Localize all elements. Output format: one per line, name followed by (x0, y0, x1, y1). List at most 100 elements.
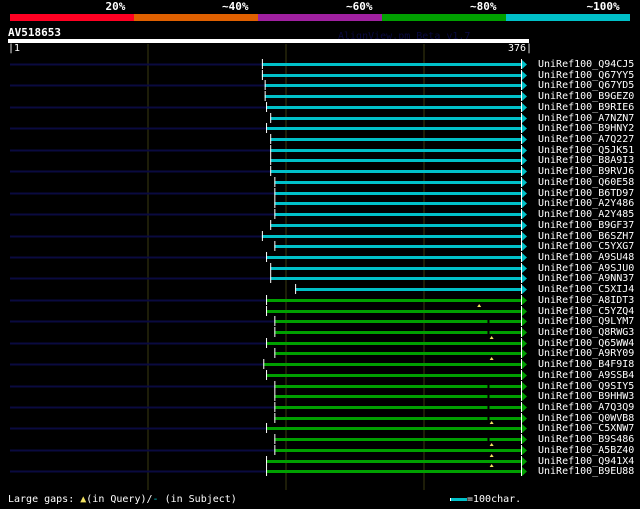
hit-label[interactable]: UniRef100_B4F9I8 (538, 359, 634, 370)
hit-bar (266, 460, 521, 463)
hit-bar (264, 84, 521, 87)
hit-arrow (522, 232, 527, 241)
hit-bar (261, 235, 521, 238)
hit-arrow (522, 285, 527, 294)
hit-bar (266, 342, 521, 345)
hit-bar (266, 310, 521, 313)
hit-arrow (522, 71, 527, 80)
hit-bar (274, 245, 521, 248)
hit-arrow (522, 446, 527, 455)
hit-bar (270, 149, 521, 152)
hit-arrow (522, 457, 527, 466)
hit-label[interactable]: UniRef100_A7Q227 (538, 134, 634, 145)
hit-arrow (522, 328, 527, 337)
hit-arrow (522, 296, 527, 305)
hit-bar (270, 267, 521, 270)
hit-bar (270, 117, 521, 120)
hit-arrow (522, 210, 527, 219)
subject-gap-icon: - (152, 494, 159, 505)
hit-bar (274, 181, 521, 184)
hit-bar (266, 106, 521, 109)
hit-label[interactable]: UniRef100_A5BZ40 (538, 445, 634, 456)
hit-bar (274, 449, 521, 452)
hit-label[interactable]: UniRef100_Q8RWG3 (538, 327, 634, 338)
hit-bar (270, 224, 521, 227)
hit-arrow (522, 403, 527, 412)
hit-arrow (522, 253, 527, 262)
hit-arrow (522, 349, 527, 358)
hit-label[interactable]: UniRef100_B9RVJ6 (538, 166, 634, 177)
subject-gap-mark (487, 406, 490, 409)
hit-arrow (522, 274, 527, 283)
hit-label[interactable]: UniRef100_B8A9I3 (538, 155, 634, 166)
hit-arrow (522, 307, 527, 316)
scale-key-label: =100char. (467, 494, 522, 505)
hit-bar (266, 470, 521, 473)
hit-label[interactable]: UniRef100_A2Y486 (538, 198, 634, 209)
subject-gap-mark (487, 417, 490, 420)
query-gap-mark (489, 443, 494, 446)
hit-arrow (522, 178, 527, 187)
hit-bar (274, 320, 521, 323)
hit-label[interactable]: UniRef100_B9RIE6 (538, 102, 634, 113)
hit-bar (266, 127, 521, 130)
hit-arrow (522, 264, 527, 273)
hit-arrow (522, 467, 527, 476)
hit-arrow (522, 371, 527, 380)
hit-label[interactable]: UniRef100_C5YXG7 (538, 241, 634, 252)
query-gap-mark (489, 464, 494, 467)
query-gap-mark (477, 304, 482, 307)
hit-label[interactable]: UniRef100_B9S486 (538, 434, 634, 445)
hit-arrow (522, 124, 527, 133)
hit-label[interactable]: UniRef100_Q9LYM7 (538, 316, 634, 327)
hit-label[interactable]: UniRef100_B9GF37 (538, 220, 634, 231)
hit-label[interactable]: UniRef100_A9NN37 (538, 273, 634, 284)
hit-label[interactable]: UniRef100_A9SSB4 (538, 370, 634, 381)
length-scale-key: =100char. (450, 494, 521, 505)
hit-label[interactable]: UniRef100_Q94CJ5 (538, 59, 634, 70)
hit-bar (274, 331, 521, 334)
hit-arrow (522, 424, 527, 433)
hit-bar (270, 159, 521, 162)
hit-bar (263, 363, 521, 366)
hit-bar (274, 438, 521, 441)
legend-prefix: Large gaps: (8, 494, 81, 505)
hit-label[interactable]: UniRef100_C5XNW7 (538, 423, 634, 434)
gap-legend: Large gaps: ▲(in Query)/- (in Subject) (8, 494, 237, 505)
hit-arrow (522, 114, 527, 123)
hit-arrow (522, 392, 527, 401)
hit-bar (261, 63, 521, 66)
query-gap-mark (489, 336, 494, 339)
query-gap-mark (489, 454, 494, 457)
hit-label[interactable]: UniRef100_A9RY09 (538, 348, 634, 359)
hit-arrow (522, 60, 527, 69)
hit-arrow (522, 135, 527, 144)
hit-label[interactable]: UniRef100_A9SU48 (538, 252, 634, 263)
hit-bar (274, 406, 521, 409)
hit-label[interactable]: UniRef100_C5XIJ4 (538, 284, 634, 295)
hit-bar (266, 256, 521, 259)
hit-label[interactable]: UniRef100_A7Q3Q9 (538, 402, 634, 413)
legend-subject-gap: (in Subject) (164, 494, 237, 505)
hit-label[interactable]: UniRef100_Q60E58 (538, 177, 634, 188)
hit-bar (266, 427, 521, 430)
hit-label[interactable]: UniRef100_B9EU88 (538, 466, 634, 477)
subject-gap-mark (487, 385, 490, 388)
hit-arrow (522, 382, 527, 391)
hit-arrow (522, 339, 527, 348)
hit-label[interactable]: UniRef100_A2Y485 (538, 209, 634, 220)
hit-bar (274, 213, 521, 216)
hit-label[interactable]: UniRef100_B9GEZ0 (538, 91, 634, 102)
hit-arrow (522, 242, 527, 251)
hit-label[interactable]: UniRef100_B9HHW3 (538, 391, 634, 402)
hit-label[interactable]: UniRef100_A8IDT3 (538, 295, 634, 306)
hit-arrow (522, 414, 527, 423)
hit-bar (270, 277, 521, 280)
hit-label[interactable]: UniRef100_Q67YD5 (538, 80, 634, 91)
hit-bar (261, 74, 521, 77)
hit-bar (274, 385, 521, 388)
query-gap-mark (489, 421, 494, 424)
query-gap-mark (489, 357, 494, 360)
hit-bar (266, 374, 521, 377)
hit-label[interactable]: UniRef100_B9HNY2 (538, 123, 634, 134)
